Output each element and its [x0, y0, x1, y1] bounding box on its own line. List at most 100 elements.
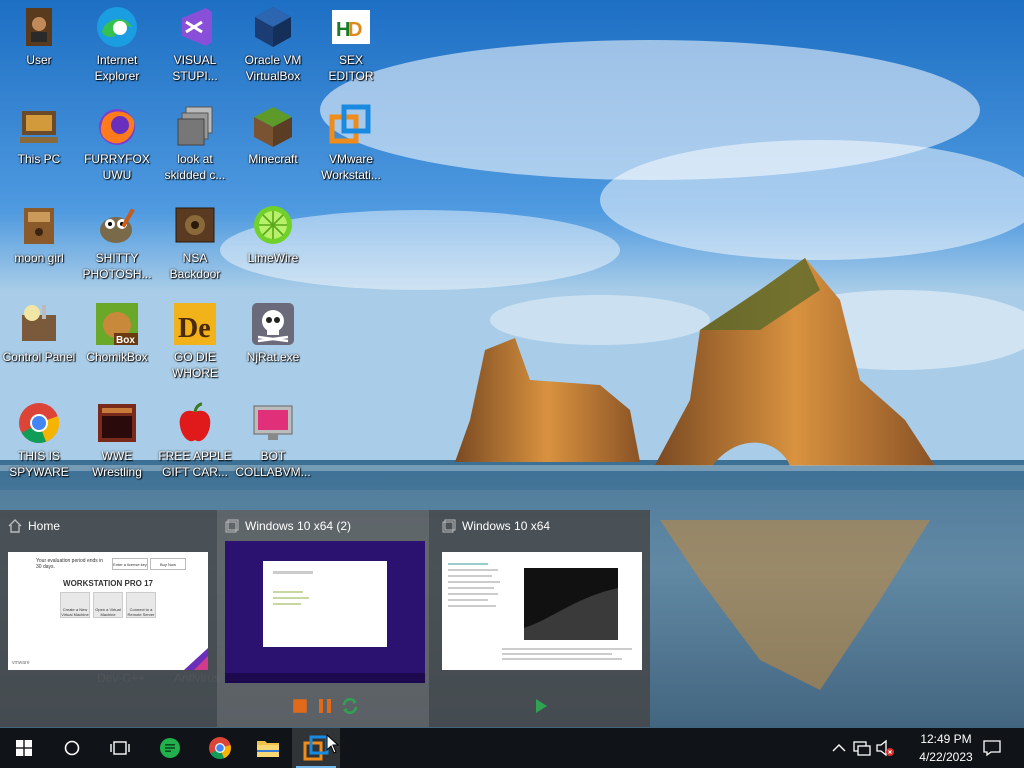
desktop-icon[interactable]: moon girl — [0, 198, 78, 290]
control-panel-icon — [16, 301, 62, 347]
desktop-icon-label: LimeWire — [247, 251, 299, 265]
thumbnail-preview-vm1 — [442, 552, 642, 670]
thumbnail-windows10-x64-2[interactable]: Windows 10 x64 (2) — [217, 510, 429, 727]
gimp-icon — [94, 202, 140, 248]
enter-license-button: Enter a license key — [112, 558, 148, 570]
desktop-icon-label: ChomikBox — [86, 350, 148, 364]
search-circle-icon — [64, 740, 80, 756]
taskbar: 12:49 PM 4/22/2023 — [0, 728, 1024, 768]
desktop-icon[interactable]: NjRat.exe — [234, 297, 312, 389]
desktop-icon-label: Oracle VM VirtualBox — [244, 53, 302, 83]
vm-window-icon — [225, 519, 239, 533]
mouse-cursor-icon — [326, 734, 340, 754]
apple-icon — [172, 400, 218, 446]
svg-text:Box: Box — [116, 335, 135, 346]
desktop-icon[interactable]: Minecraft — [234, 99, 312, 191]
thumbnail-home[interactable]: Home Your evaluation period ends in 30 d… — [0, 510, 212, 727]
svg-text:D: D — [348, 19, 362, 41]
desktop-icon-label: SHITTY PHOTOSH... — [82, 251, 152, 281]
desktop-icon[interactable]: LimeWire — [234, 198, 312, 290]
desktop-icon-label: NjRat.exe — [246, 350, 300, 364]
oven-icon — [94, 400, 140, 446]
folder-icon — [257, 741, 279, 757]
task-view-icon — [110, 741, 130, 755]
volume-muted-icon[interactable] — [875, 738, 895, 758]
desktop-icon-label: moon girl — [14, 251, 64, 265]
desktop-icon-label: NSA Backdoor — [169, 251, 221, 281]
desktop-icon[interactable]: FREE APPLE GIFT CAR... — [156, 396, 234, 488]
system-clock[interactable]: 12:49 PM 4/22/2023 — [910, 730, 982, 766]
thumbnail-title: Windows 10 x64 (2) — [225, 518, 351, 534]
svg-text:De: De — [178, 313, 211, 344]
desktop-icon-label: Internet Explorer — [94, 53, 140, 83]
network-icon[interactable] — [852, 738, 872, 758]
desktop-icon[interactable]: Box ChomikBox — [78, 297, 156, 389]
taskbar-thumbnail-flyout: Home Your evaluation period ends in 30 d… — [0, 510, 650, 727]
vm-screen-preview-graphic — [524, 568, 618, 640]
chat-bubble-icon — [160, 738, 180, 758]
edge-browser-icon — [94, 4, 140, 50]
desktop-icon[interactable]: Oracle VM VirtualBox — [234, 0, 312, 92]
desktop-icon[interactable]: look at skidded c... — [156, 99, 234, 191]
desktop-icon-label: This PC — [17, 152, 61, 166]
clock-date: 4/22/2023 — [919, 750, 973, 764]
desktop-icon[interactable]: Internet Explorer — [78, 0, 156, 92]
desktop-icon-label: WWE Wrestling — [92, 449, 142, 479]
desktop-icon-label: User — [26, 53, 52, 67]
power-on-vm-button[interactable] — [532, 697, 550, 715]
desktop-icon-label: FURRYFOX UWU — [84, 152, 150, 182]
vmware-icon — [328, 103, 374, 149]
search-button[interactable] — [48, 728, 96, 768]
start-button[interactable] — [0, 728, 48, 768]
desktop-icon-label: VMware Workstati... — [321, 152, 381, 182]
thumbnail-title: Windows 10 x64 — [442, 518, 550, 534]
desktop-icon-label: look at skidded c... — [164, 152, 226, 182]
desktop-icon[interactable]: NSA Backdoor — [156, 198, 234, 290]
taskbar-chrome[interactable] — [196, 728, 244, 768]
chrome-icon — [16, 400, 62, 446]
desktop-icon[interactable]: De GO DIE WHORE — [156, 297, 234, 389]
virtualbox-icon — [250, 4, 296, 50]
desktop-icon[interactable]: FURRYFOX UWU — [78, 99, 156, 191]
taskbar-vmware[interactable] — [292, 728, 340, 768]
desktop-icon[interactable]: THIS IS SPYWARE — [0, 396, 78, 488]
limewire-icon — [250, 202, 296, 248]
thumbnail-windows10-x64[interactable]: Windows 10 x64 — [434, 510, 646, 727]
hex-editor-icon: HD — [328, 4, 374, 50]
visual-studio-icon — [172, 4, 218, 50]
show-hidden-icons-chevron-icon[interactable] — [829, 738, 849, 758]
desktop-icon[interactable]: BOT COLLABVM... — [234, 396, 312, 488]
monitor-icon — [250, 400, 296, 446]
taskbar-file-explorer[interactable] — [244, 728, 292, 768]
desktop-icon-label: SEX EDITOR — [328, 53, 374, 83]
desktop-icon[interactable]: VISUAL STUPI... — [156, 0, 234, 92]
buy-now-button: Buy Now — [150, 558, 186, 570]
desktop-icon[interactable]: Control Panel — [0, 297, 78, 389]
setup-dialog-graphic — [263, 561, 387, 647]
stop-vm-button[interactable] — [293, 699, 307, 713]
taskbar-chomikbox[interactable] — [146, 728, 194, 768]
minecraft-block-icon — [250, 103, 296, 149]
desktop-icon[interactable]: This PC — [0, 99, 78, 191]
windows-logo-icon — [16, 740, 32, 756]
connect-remote-tile: Connect to a Remote Server — [126, 592, 156, 618]
desktop-icon[interactable]: User — [0, 0, 78, 92]
task-view-button[interactable] — [96, 728, 144, 768]
create-vm-tile: Create a New Virtual Machine — [60, 592, 90, 618]
action-center-icon[interactable] — [982, 738, 1002, 758]
files-stack-icon — [172, 103, 218, 149]
vm-window-icon — [442, 519, 456, 533]
pause-vm-button[interactable] — [316, 697, 334, 715]
desktop-icon[interactable]: WWE Wrestling — [78, 396, 156, 488]
thumbnail-preview-home: Your evaluation period ends in 30 days. … — [8, 552, 208, 670]
desktop-icon[interactable]: SHITTY PHOTOSH... — [78, 198, 156, 290]
restart-vm-button[interactable] — [341, 697, 359, 715]
desktop-icon[interactable]: VMware Workstati... — [312, 99, 390, 191]
desktop-icon-label: BOT COLLABVM... — [235, 449, 311, 479]
vm-settings-list-graphic — [448, 560, 508, 650]
desktop-icon[interactable]: H D SEX EDITOR — [312, 0, 390, 92]
desktop-icon-label: GO DIE WHORE — [172, 350, 218, 380]
computer-icon — [16, 103, 62, 149]
user-folder-icon — [16, 4, 62, 50]
clock-time: 12:49 PM — [920, 732, 972, 746]
